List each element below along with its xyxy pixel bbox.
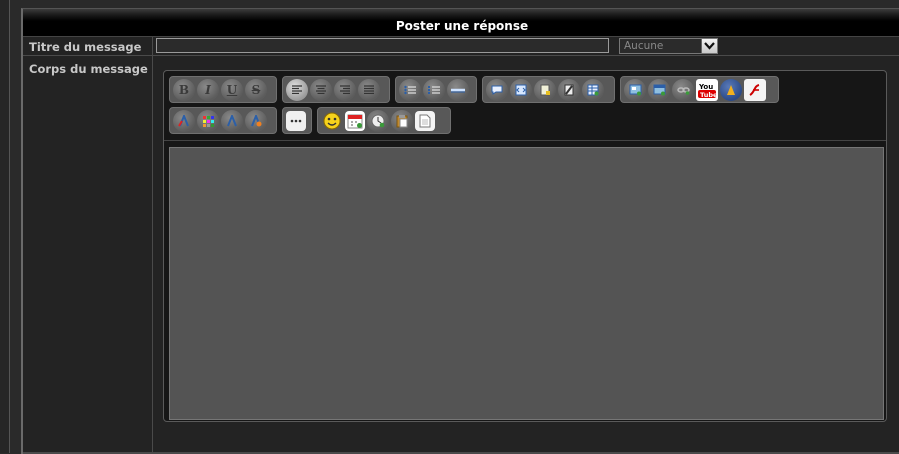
flash-icon[interactable] [744,78,766,101]
chevron-down-icon[interactable] [701,39,717,53]
youtube-icon[interactable]: You Tube [696,78,718,101]
spoiler-icon[interactable] [534,78,556,101]
align-center-icon[interactable] [310,78,332,101]
upload-image-icon[interactable] [648,78,670,101]
page-title: Poster une réponse [395,19,529,33]
toolbar-group-media: You Tube [620,76,779,103]
paste-icon[interactable] [391,109,413,132]
toolbar-group-lists [395,76,477,103]
color-palette-icon[interactable] [197,109,219,132]
align-right-icon[interactable] [334,78,356,101]
new-document-icon[interactable] [415,110,435,131]
strikethrough-icon[interactable]: S [245,78,267,101]
quote-icon[interactable] [486,78,508,101]
svg-text:You: You [698,83,713,91]
message-editor: B I U S You Tube [163,70,887,422]
font-size-icon[interactable] [221,109,243,132]
body-label: Corps du message [29,62,148,76]
time-icon[interactable] [367,109,389,132]
title-label: Titre du message [29,40,142,54]
toolbar-group-alignment [282,76,390,103]
row-divider [23,55,899,56]
align-justify-icon[interactable] [358,78,380,101]
bullet-list-icon[interactable] [399,78,421,101]
toolbar-group-text-format: B I U S [169,76,277,103]
toolbar-group-font [169,107,277,134]
underline-icon[interactable]: U [221,78,243,101]
toolbar-group-extras [317,107,451,134]
title-input[interactable] [156,38,609,53]
editor-toolbar: B I U S You Tube [164,71,886,141]
smiley-icon[interactable] [321,110,343,132]
font-color-icon[interactable] [173,109,195,132]
toolbar-group-more [282,107,312,134]
numbered-list-icon[interactable] [423,78,445,101]
hide-icon[interactable] [558,78,580,101]
toolbar-group-blocks [482,76,615,103]
image-icon[interactable] [624,78,646,101]
column-divider [152,37,153,454]
toolbar-divider [164,140,886,141]
date-icon[interactable] [345,110,365,131]
code-icon[interactable] [510,78,532,101]
table-icon[interactable] [582,78,604,101]
bold-icon[interactable]: B [173,78,195,101]
topic-icon-select[interactable]: Aucune [619,38,718,54]
link-icon[interactable] [672,78,694,101]
message-body-textarea[interactable] [169,147,884,420]
more-options-icon[interactable] [286,110,306,131]
form-header: Poster une réponse [23,9,899,37]
horizontal-rule-icon[interactable] [447,78,469,101]
align-left-icon[interactable] [286,78,308,101]
dailymotion-icon[interactable] [720,78,742,101]
font-face-icon[interactable] [245,109,267,132]
svg-text:Tube: Tube [700,91,717,99]
topic-icon-select-value: Aucune [624,40,664,52]
italic-icon[interactable]: I [197,78,219,101]
reply-form: Poster une réponse Titre du message Aucu… [21,8,899,454]
left-rail [0,0,10,453]
